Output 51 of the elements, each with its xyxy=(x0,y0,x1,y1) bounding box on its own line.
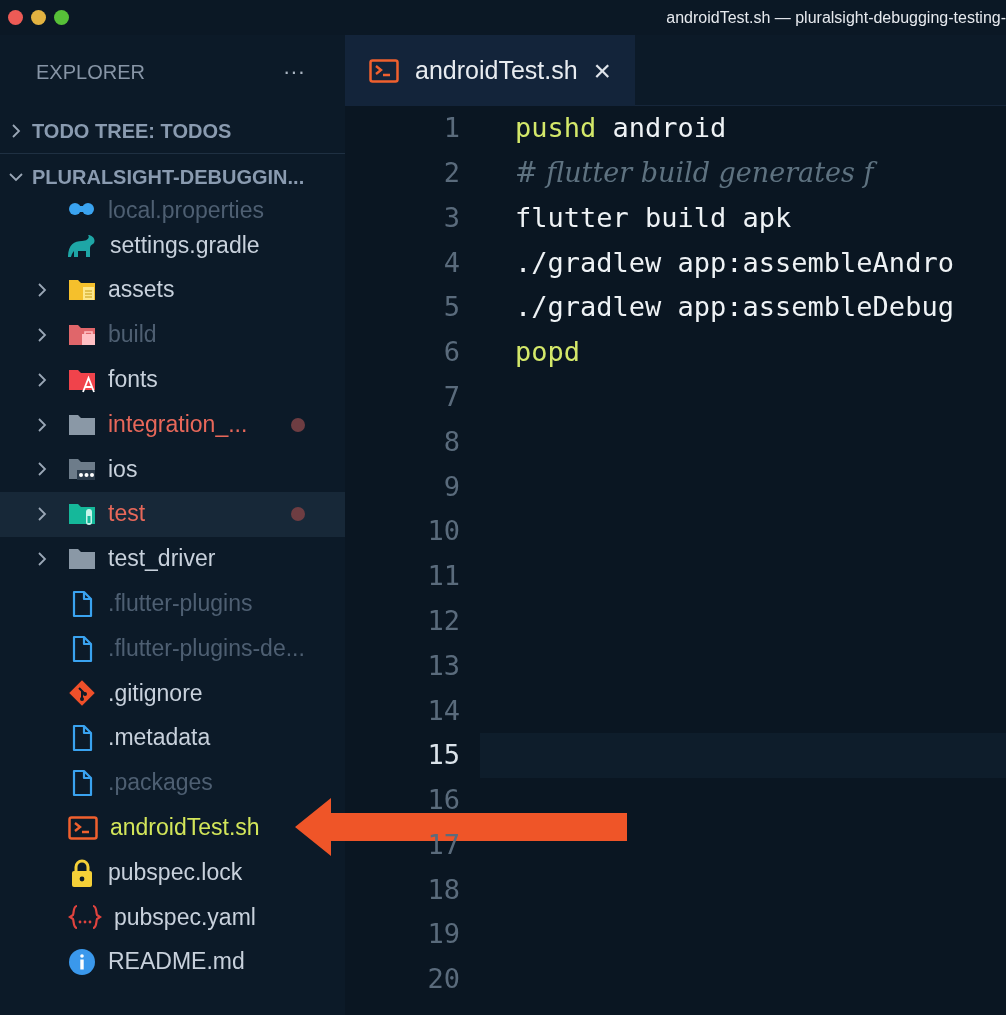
tree-item[interactable]: fonts xyxy=(0,357,158,403)
line-number: 11 xyxy=(426,559,461,594)
line-number: 18 xyxy=(426,872,461,907)
tree-item[interactable]: .gitignore xyxy=(0,670,203,716)
line-number: 12 xyxy=(426,603,461,638)
tree-item[interactable]: pubspec.yaml xyxy=(0,894,256,940)
info-icon xyxy=(68,948,96,977)
section-header[interactable]: TODO TREE: TODOS xyxy=(0,108,345,153)
close-icon[interactable]: × xyxy=(593,55,612,86)
line-number: 16 xyxy=(426,783,461,818)
tree-item[interactable]: README.md xyxy=(0,939,245,985)
more-actions-button[interactable]: ··· xyxy=(283,55,305,88)
line-number: 8 xyxy=(442,424,461,459)
line-number: 9 xyxy=(442,469,461,504)
tree-item[interactable]: test_driver xyxy=(0,536,216,582)
tree-item[interactable]: settings.gradle xyxy=(0,223,260,268)
line-number: 3 xyxy=(442,200,461,235)
line-number: 10 xyxy=(426,514,461,549)
line-number: 1 xyxy=(442,111,461,146)
code-line: pushd android xyxy=(515,111,727,146)
line-number: 6 xyxy=(442,335,461,370)
tree-item[interactable]: test xyxy=(0,491,345,537)
line-number: 15 xyxy=(426,738,461,773)
section-header[interactable]: PLURALSIGHT-DEBUGGIN... xyxy=(0,154,345,199)
explorer-title: EXPLORER xyxy=(36,59,145,85)
tree-item[interactable]: ios xyxy=(0,447,138,492)
code-line: popd xyxy=(515,335,581,370)
line-number: 4 xyxy=(442,245,461,280)
maximize-window-button[interactable] xyxy=(54,10,69,25)
tree-item[interactable]: .metadata xyxy=(0,715,211,761)
minimize-window-button[interactable] xyxy=(31,10,46,25)
line-number: 2 xyxy=(442,155,461,190)
line-number: 13 xyxy=(426,648,461,683)
line-number: 7 xyxy=(442,379,461,414)
line-number: 14 xyxy=(426,693,461,728)
line-number: 5 xyxy=(442,290,461,325)
close-window-button[interactable] xyxy=(8,10,23,25)
editor-tab[interactable]: androidTest.sh × xyxy=(345,35,636,106)
terminal-icon xyxy=(369,57,399,84)
window-title: androidTest.sh — pluralsight-debugging-testing- xyxy=(666,7,1006,28)
tree-item[interactable]: pubspec.lock xyxy=(0,850,243,895)
code-line: ./gradlew app:assembleAndro xyxy=(515,245,954,280)
code-line: ./gradlew app:assembleDebug xyxy=(515,290,954,325)
tree-item[interactable]: androidTest.sh xyxy=(0,805,260,851)
line-number: 19 xyxy=(426,917,461,952)
braces-icon xyxy=(68,903,102,932)
tree-item[interactable]: integration_... xyxy=(0,402,345,447)
terminal-icon xyxy=(68,814,98,841)
tree-item[interactable]: assets xyxy=(0,267,175,313)
line-number: 20 xyxy=(426,962,461,997)
code-line: flutter build apk xyxy=(515,200,792,235)
